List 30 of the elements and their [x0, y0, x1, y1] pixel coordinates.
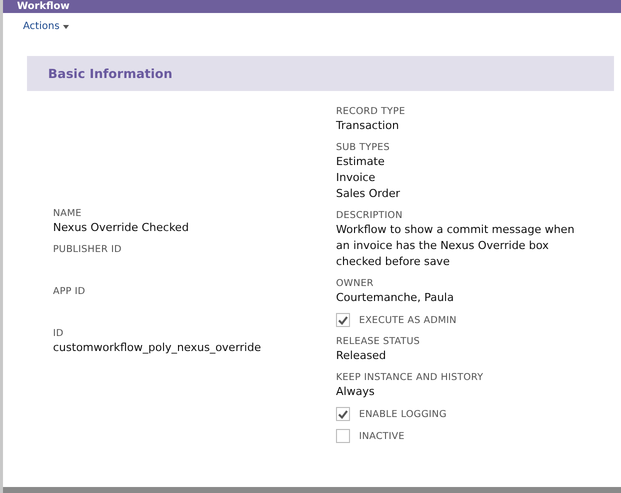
field-value: Nexus Override Checked: [53, 220, 190, 236]
field-label: DESCRIPTION: [336, 209, 404, 222]
field-value: Always: [336, 384, 376, 400]
window-title: Workflow: [17, 1, 70, 13]
checkbox-label: ENABLE LOGGING: [359, 408, 447, 420]
checkbox-label: INACTIVE: [359, 430, 405, 442]
checkbox[interactable]: [336, 429, 350, 443]
field-value: Transaction: [336, 118, 400, 134]
field-label: OWNER: [336, 277, 375, 290]
checkbox[interactable]: [336, 313, 350, 327]
field-value: Estimate: [336, 154, 386, 170]
field-value: Released: [336, 348, 387, 364]
field-label: NAME: [53, 207, 83, 220]
field-value: Courtemanche, Paula: [336, 290, 455, 306]
field-label: RELEASE STATUS: [336, 335, 421, 348]
section-title: Basic Information: [48, 66, 172, 81]
checkbox-label: EXECUTE AS ADMIN: [359, 314, 457, 326]
checkbox[interactable]: [336, 407, 350, 421]
field-value: Workflow to show a commit message when an invoice has the Nexus Override box checked before save: [336, 222, 576, 270]
field-label: PUBLISHER ID: [53, 243, 123, 256]
field-value: customworkflow_poly_nexus_override: [53, 340, 262, 356]
caret-icon: [62, 24, 69, 28]
actions-menu[interactable]: Actions: [23, 21, 69, 32]
field-value: Invoice: [336, 170, 376, 186]
field-label: SUB TYPES: [336, 141, 391, 154]
field-label: APP ID: [53, 285, 86, 298]
field-value: Sales Order: [336, 186, 402, 202]
field-label: RECORD TYPE: [336, 105, 406, 118]
field-label: KEEP INSTANCE AND HISTORY: [336, 371, 484, 384]
field-label: ID: [53, 327, 65, 340]
